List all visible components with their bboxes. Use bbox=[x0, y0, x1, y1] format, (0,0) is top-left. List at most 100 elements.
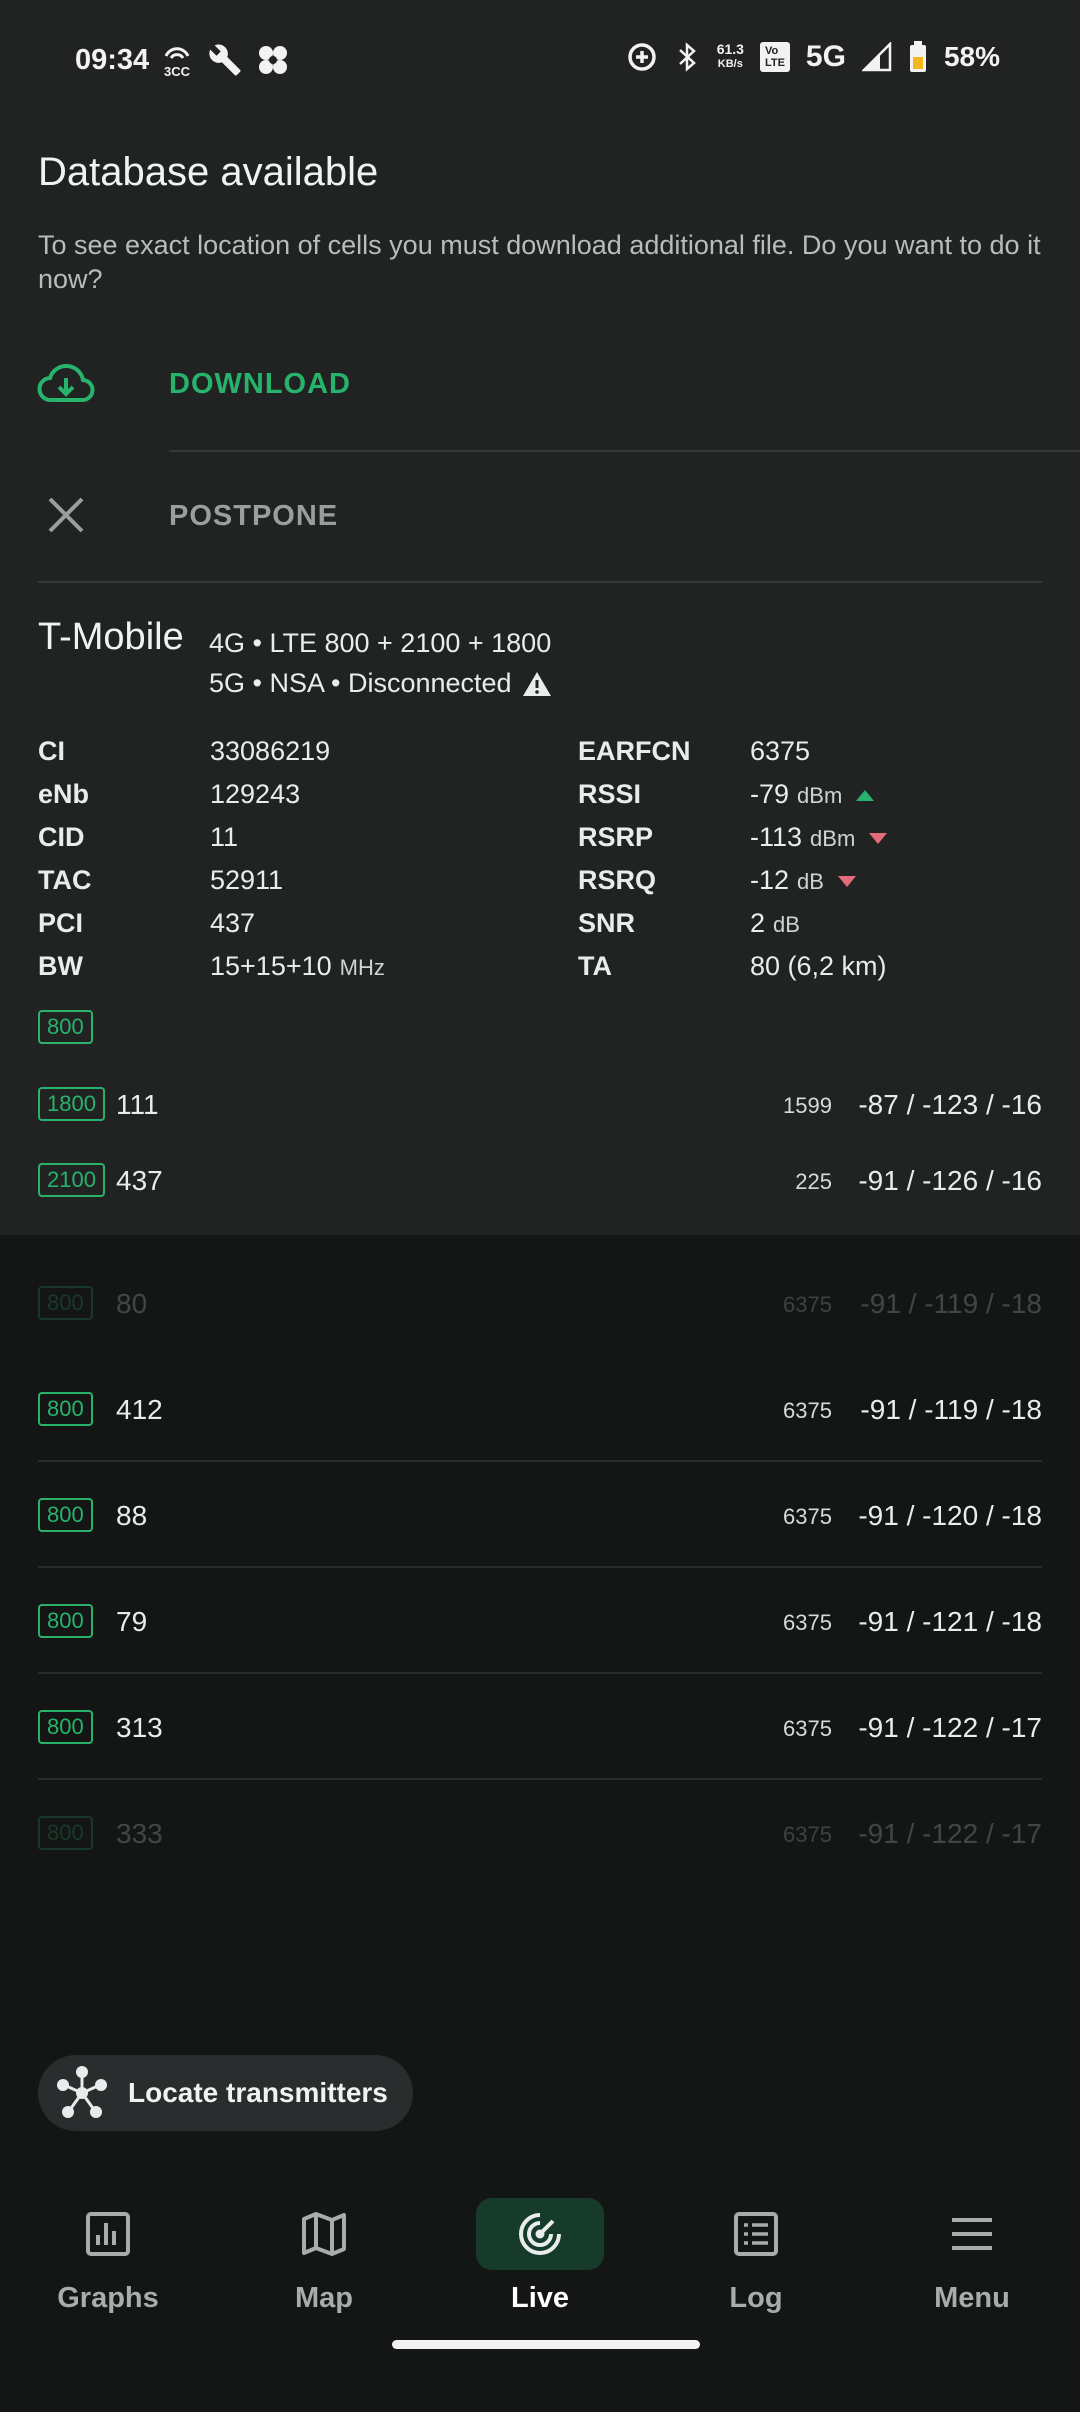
operator-name: T-Mobile bbox=[38, 616, 184, 658]
param-value-text: 15+15+10 bbox=[210, 951, 332, 981]
param-value: 437 bbox=[210, 908, 255, 939]
battery-icon bbox=[909, 41, 926, 72]
transmitters-icon bbox=[57, 2066, 107, 2118]
param-unit: dB bbox=[797, 869, 824, 894]
trend-down-icon bbox=[869, 833, 888, 845]
param-value: 33086219 bbox=[210, 736, 330, 767]
nav-log-label: Log bbox=[729, 2282, 783, 2314]
dialog-text: To see exact location of cells you must … bbox=[38, 230, 1041, 294]
cell-earfcn: 6375 bbox=[783, 1292, 832, 1317]
3cc-icon: 3CC bbox=[164, 47, 191, 78]
param-value-text: -113 bbox=[750, 822, 803, 852]
band-badge: 800 bbox=[38, 1498, 93, 1532]
cell-row[interactable]: 800 313 6375 -91 / -122 / -17 bbox=[38, 1697, 1042, 1757]
svg-text:3CC: 3CC bbox=[164, 64, 191, 78]
nav-map-label: Map bbox=[295, 2282, 353, 2314]
cell-earfcn: 225 bbox=[795, 1169, 832, 1194]
cell-pci: 333 bbox=[116, 1818, 163, 1849]
row-divider bbox=[38, 1460, 1042, 1462]
cell-row[interactable]: 800 79 6375 -91 / -121 / -18 bbox=[38, 1591, 1042, 1651]
band-badge: 800 bbox=[38, 1816, 93, 1850]
param-label: PCI bbox=[38, 908, 84, 938]
param-unit: dBm bbox=[810, 826, 856, 851]
cell-row[interactable]: 800 333 6375 -91 / -122 / -17 bbox=[38, 1803, 1042, 1863]
volte-badge: Vo LTE bbox=[759, 42, 790, 72]
band-badge: 1800 bbox=[38, 1087, 105, 1121]
cell-signal: -91 / -119 / -18 bbox=[860, 1288, 1042, 1319]
param-label: RSSI bbox=[578, 779, 642, 809]
primary-band-badge: 800 bbox=[38, 1010, 93, 1044]
status-time: 09:34 bbox=[75, 44, 150, 76]
dialog-title: Database available bbox=[38, 150, 379, 194]
cell-pci: 111 bbox=[116, 1089, 159, 1120]
param-value-text: 129243 bbox=[210, 779, 301, 809]
signal-icon bbox=[861, 42, 892, 72]
menu-icon bbox=[936, 2198, 1008, 2270]
nav-log[interactable]: Log bbox=[648, 2180, 864, 2330]
cell-earfcn: 6375 bbox=[783, 1610, 832, 1635]
band-badge: 800 bbox=[38, 1286, 93, 1320]
param-value: 129243 bbox=[210, 779, 300, 810]
status-bar: 09:34 3CC 61.3 KB/s Vo LTE 5G 58% bbox=[0, 0, 1080, 126]
param-value-text: 2 bbox=[750, 908, 766, 938]
nav-menu[interactable]: Menu bbox=[864, 2180, 1080, 2330]
cell-earfcn: 6375 bbox=[783, 1822, 832, 1847]
map-icon bbox=[288, 2198, 360, 2270]
band-badge: 800 bbox=[38, 1604, 93, 1638]
cell-pci: 313 bbox=[116, 1712, 163, 1743]
param-value-text: 33086219 bbox=[210, 736, 331, 766]
operator-tech-5g: 5G • NSA • Disconnected bbox=[209, 668, 552, 699]
param-label: BW bbox=[38, 951, 83, 981]
trend-down-icon bbox=[837, 876, 856, 888]
wrench-icon bbox=[209, 44, 241, 76]
cell-signal: -91 / -121 / -18 bbox=[858, 1606, 1042, 1637]
param-label: CID bbox=[38, 822, 85, 852]
locate-transmitters-label: Locate transmitters bbox=[128, 2077, 388, 2108]
log-icon bbox=[720, 2198, 792, 2270]
locate-transmitters-button[interactable]: Locate transmitters bbox=[38, 2055, 413, 2131]
cell-signal: -91 / -120 / -18 bbox=[858, 1500, 1042, 1531]
param-value: 15+15+10 MHz bbox=[210, 951, 385, 982]
cell-row[interactable]: 800 88 6375 -91 / -120 / -18 bbox=[38, 1485, 1042, 1545]
row-divider bbox=[38, 1566, 1042, 1568]
nav-graphs[interactable]: Graphs bbox=[0, 2180, 216, 2330]
status-left-icons: 3CC bbox=[160, 42, 290, 78]
param-value-text: 437 bbox=[210, 908, 256, 938]
band-badge: 800 bbox=[38, 1010, 93, 1044]
divider bbox=[38, 581, 1042, 583]
nav-live[interactable]: Live bbox=[432, 2180, 648, 2330]
band-badge: 800 bbox=[38, 1392, 93, 1426]
download-label: DOWNLOAD bbox=[169, 368, 351, 400]
cell-signal: -91 / -119 / -18 bbox=[860, 1394, 1042, 1425]
postpone-label: POSTPONE bbox=[169, 500, 339, 532]
warning-icon bbox=[522, 671, 551, 696]
param-value: -79 dBm bbox=[750, 779, 875, 810]
nav-map[interactable]: Map bbox=[216, 2180, 432, 2330]
param-label: eNb bbox=[38, 779, 90, 809]
cell-row[interactable]: 1800 111 1599 -87 / -123 / -16 bbox=[38, 1074, 1042, 1134]
data-saver-icon bbox=[627, 43, 656, 71]
param-value-text: 6375 bbox=[750, 736, 811, 766]
cell-row[interactable]: 800 412 6375 -91 / -119 / -18 bbox=[38, 1379, 1042, 1439]
param-value-text: -79 bbox=[750, 779, 790, 809]
battery-percent: 58% bbox=[943, 41, 1000, 72]
status-right-icons: 61.3 KB/s Vo LTE 5G 58% bbox=[625, 40, 1000, 74]
cell-earfcn: 6375 bbox=[783, 1716, 832, 1741]
home-indicator[interactable] bbox=[392, 2340, 700, 2349]
cell-row[interactable]: 800 80 6375 -91 / -119 / -18 bbox=[38, 1273, 1042, 1333]
postpone-button[interactable]: POSTPONE bbox=[0, 452, 1080, 582]
param-value-text: -12 bbox=[750, 865, 790, 895]
cell-row[interactable]: 2100 437 225 -91 / -126 / -16 bbox=[38, 1150, 1042, 1210]
param-label: TAC bbox=[38, 865, 92, 895]
nav-live-label: Live bbox=[510, 2282, 570, 2314]
volte-top: Vo bbox=[764, 45, 779, 57]
cell-earfcn: 1599 bbox=[783, 1093, 832, 1118]
network-speed: 61.3 KB/s bbox=[717, 42, 744, 72]
bottom-navigation: Graphs Map Live Log Menu bbox=[0, 2180, 1080, 2330]
download-button[interactable]: DOWNLOAD bbox=[0, 320, 1080, 450]
row-divider bbox=[38, 1672, 1042, 1674]
cell-earfcn: 6375 bbox=[783, 1504, 832, 1529]
param-value: 11 bbox=[210, 822, 238, 853]
cell-signal: -91 / -122 / -17 bbox=[858, 1818, 1042, 1849]
param-label: SNR bbox=[578, 908, 636, 938]
